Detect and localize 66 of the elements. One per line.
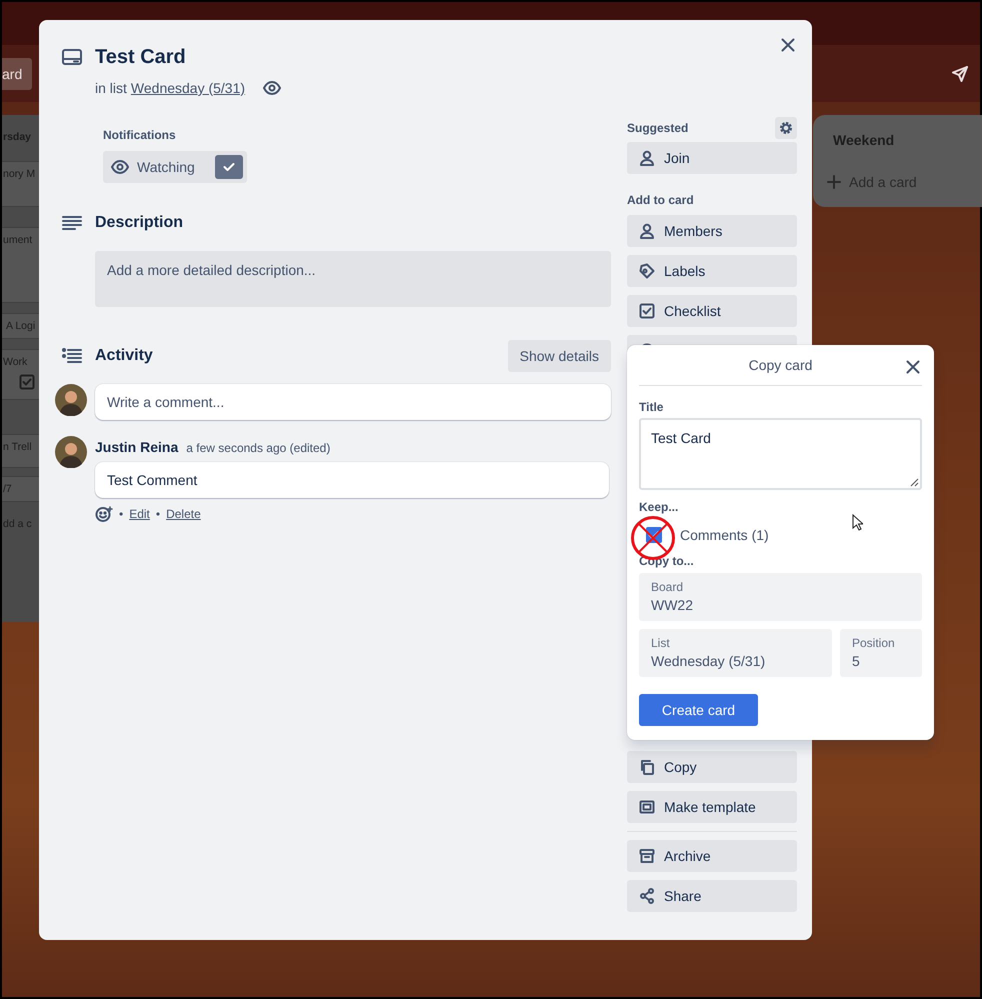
avatar [55,384,87,416]
checklist-icon [639,303,655,319]
card-title: Test Card [95,45,187,70]
field-label: Title [639,399,664,415]
comment-action-link[interactable]: Edit [129,507,150,521]
sidebar-button[interactable]: Archive [627,840,797,872]
list-title: Weekend [833,132,894,148]
comment-field[interactable]: Write a comment... [95,384,611,420]
field-label: Keep... [639,500,680,514]
close-button[interactable] [779,36,797,54]
checkbox-label: Comments (1) [680,527,769,543]
share-icon [639,888,655,904]
check-icon [222,162,235,172]
copy-icon [639,759,655,775]
section-heading: Description [95,214,184,232]
tag-icon [639,263,655,279]
sidebar-button[interactable]: Share [627,880,797,912]
sidebar-button[interactable]: Copy [627,751,797,783]
eye-icon [111,160,129,174]
section-label: Suggested [627,121,688,135]
sidebar-button[interactable]: Make template [627,791,797,823]
sidebar-button[interactable]: Join [627,142,797,174]
cursor-icon [852,514,863,531]
comment-text: Test Comment [95,462,609,498]
select-field[interactable]: Position 5 [840,629,922,677]
settings-button[interactable] [775,117,797,139]
select-field[interactable]: Board WW22 [639,573,922,621]
list-caption: in list [95,79,127,98]
separator-dot: • [156,507,160,521]
section-label: Notifications [103,128,177,142]
person-icon [639,223,655,239]
description-field[interactable]: Add a more detailed description... [95,251,611,307]
title-field[interactable]: Test Card [639,418,922,490]
sidebar-button[interactable]: Checklist [627,295,797,327]
watch-button[interactable]: Watching [103,151,247,183]
plus-icon [827,175,841,189]
add-reaction-icon [95,506,113,522]
send-icon [952,66,968,82]
resize-handle-icon [910,478,919,487]
settings-icon [778,120,794,136]
archive-icon [639,848,655,864]
select-field[interactable]: List Wednesday (5/31) [639,629,832,677]
description-icon [62,215,82,231]
close-icon [781,38,795,52]
separator-dot: • [119,507,124,521]
check-icon [648,530,660,540]
sidebar-button[interactable]: Members [627,215,797,247]
activity-icon [62,348,82,364]
sidebar-button[interactable]: Labels [627,255,797,287]
section-label: Add to card [627,192,695,208]
template-icon [639,799,655,815]
create-card-button[interactable]: Create card [639,694,758,726]
avatar [55,436,87,468]
card-icon [62,49,82,65]
comment-action-link[interactable]: Delete [166,507,201,521]
person-icon [639,150,655,166]
show-details-button[interactable]: Show details [508,340,611,372]
checklist-icon [19,374,35,390]
eye-icon [263,81,282,95]
section-heading: Activity [95,347,154,365]
list-link[interactable]: Wednesday (5/31) [130,78,246,98]
comment-author: Justin Reina [95,438,178,457]
comment-time: a few seconds ago (edited) [186,440,330,457]
popup-title: Copy card [748,357,812,373]
close-button[interactable] [906,360,920,374]
close-icon [906,360,920,374]
